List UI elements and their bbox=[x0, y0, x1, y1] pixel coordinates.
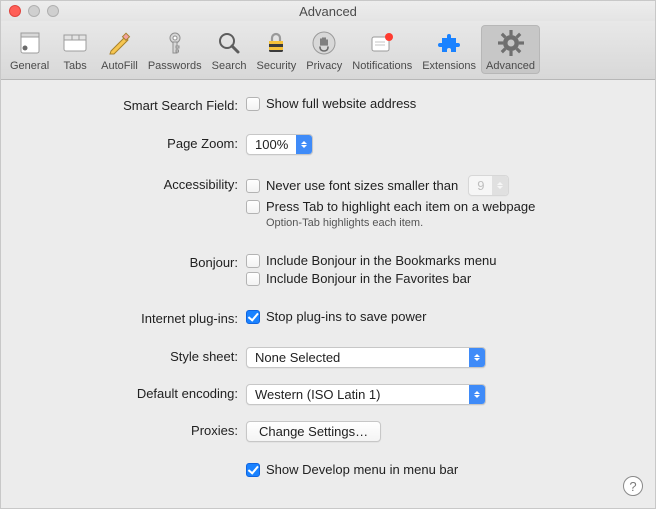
page-zoom-select[interactable]: 100% bbox=[246, 134, 313, 155]
tab-label: Extensions bbox=[422, 60, 476, 72]
tab-security[interactable]: Security bbox=[251, 25, 301, 74]
bonjour-bookmarks-label: Include Bonjour in the Bookmarks menu bbox=[266, 253, 497, 268]
encoding-select[interactable]: Western (ISO Latin 1) bbox=[246, 384, 486, 405]
puzzle-icon bbox=[433, 27, 465, 59]
gear-icon bbox=[495, 27, 527, 59]
lock-icon bbox=[260, 27, 292, 59]
proxies-label: Proxies: bbox=[21, 421, 246, 438]
tab-tabs[interactable]: Tabs bbox=[54, 25, 96, 74]
tab-notifications[interactable]: Notifications bbox=[347, 25, 417, 74]
page-zoom-label: Page Zoom: bbox=[21, 134, 246, 151]
min-font-label: Never use font sizes smaller than bbox=[266, 178, 458, 193]
advanced-pane: Smart Search Field: Show full website ad… bbox=[1, 80, 655, 494]
autofill-icon bbox=[103, 27, 135, 59]
search-icon bbox=[213, 27, 245, 59]
min-font-checkbox[interactable] bbox=[246, 179, 260, 193]
stepper-icon bbox=[296, 135, 312, 154]
general-icon bbox=[14, 27, 46, 59]
show-full-url-checkbox[interactable] bbox=[246, 97, 260, 111]
key-icon bbox=[159, 27, 191, 59]
page-zoom-value: 100% bbox=[247, 135, 296, 154]
tab-privacy[interactable]: Privacy bbox=[301, 25, 347, 74]
show-full-url-label: Show full website address bbox=[266, 96, 416, 111]
tab-label: Privacy bbox=[306, 60, 342, 72]
tab-label: Security bbox=[256, 60, 296, 72]
style-sheet-label: Style sheet: bbox=[21, 347, 246, 364]
option-tab-note: Option-Tab highlights each item. bbox=[266, 217, 635, 229]
stepper-icon bbox=[492, 176, 508, 195]
tab-search[interactable]: Search bbox=[207, 25, 252, 74]
style-sheet-select[interactable]: None Selected bbox=[246, 347, 486, 368]
preferences-toolbar: General Tabs AutoFill Passwords Search S… bbox=[1, 21, 655, 80]
stepper-icon bbox=[469, 385, 485, 404]
encoding-value: Western (ISO Latin 1) bbox=[247, 385, 469, 404]
style-sheet-value: None Selected bbox=[247, 348, 469, 367]
window-title: Advanced bbox=[1, 4, 655, 19]
tab-extensions[interactable]: Extensions bbox=[417, 25, 481, 74]
tabs-icon bbox=[59, 27, 91, 59]
encoding-label: Default encoding: bbox=[21, 384, 246, 401]
accessibility-label: Accessibility: bbox=[21, 175, 246, 192]
bonjour-favorites-label: Include Bonjour in the Favorites bar bbox=[266, 271, 471, 286]
change-settings-button[interactable]: Change Settings… bbox=[246, 421, 381, 442]
press-tab-checkbox[interactable] bbox=[246, 200, 260, 214]
tab-label: Passwords bbox=[148, 60, 202, 72]
tab-general[interactable]: General bbox=[5, 25, 54, 74]
notifications-icon bbox=[366, 27, 398, 59]
help-icon: ? bbox=[629, 479, 636, 494]
hand-icon bbox=[308, 27, 340, 59]
tab-passwords[interactable]: Passwords bbox=[143, 25, 207, 74]
press-tab-label: Press Tab to highlight each item on a we… bbox=[266, 199, 535, 214]
min-font-value: 9 bbox=[469, 176, 492, 195]
tab-label: Notifications bbox=[352, 60, 412, 72]
tab-advanced[interactable]: Advanced bbox=[481, 25, 540, 74]
smart-search-label: Smart Search Field: bbox=[21, 96, 246, 113]
tab-label: Advanced bbox=[486, 60, 535, 72]
tab-label: Tabs bbox=[64, 60, 87, 72]
show-develop-checkbox[interactable] bbox=[246, 463, 260, 477]
window-titlebar: Advanced bbox=[1, 1, 655, 21]
bonjour-bookmarks-checkbox[interactable] bbox=[246, 254, 260, 268]
change-settings-label: Change Settings… bbox=[259, 424, 368, 439]
min-font-select: 9 bbox=[468, 175, 509, 196]
plugins-label: Internet plug-ins: bbox=[21, 309, 246, 326]
tab-label: General bbox=[10, 60, 49, 72]
tab-label: AutoFill bbox=[101, 60, 138, 72]
show-develop-label: Show Develop menu in menu bar bbox=[266, 462, 458, 477]
bonjour-favorites-checkbox[interactable] bbox=[246, 272, 260, 286]
help-button[interactable]: ? bbox=[623, 476, 643, 496]
stop-plugins-label: Stop plug-ins to save power bbox=[266, 309, 426, 324]
bonjour-label: Bonjour: bbox=[21, 253, 246, 270]
tab-label: Search bbox=[212, 60, 247, 72]
stepper-icon bbox=[469, 348, 485, 367]
tab-autofill[interactable]: AutoFill bbox=[96, 25, 143, 74]
stop-plugins-checkbox[interactable] bbox=[246, 310, 260, 324]
